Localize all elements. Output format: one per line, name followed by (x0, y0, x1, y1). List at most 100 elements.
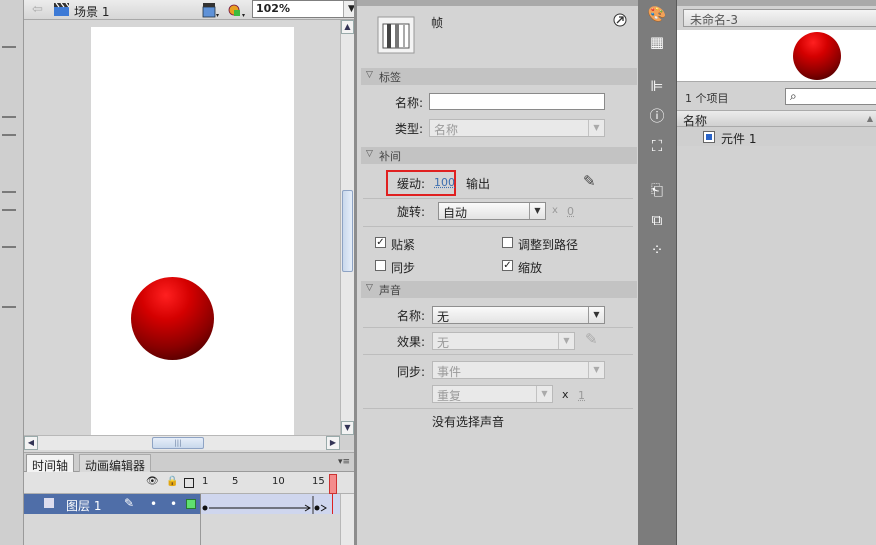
stage-horizontal-scrollbar[interactable]: ◀ ||| ▶ (24, 435, 340, 450)
timeline-scrollbar[interactable] (340, 494, 354, 545)
collapse-triangle-icon[interactable]: ▽ (366, 70, 373, 80)
tool-icon[interactable] (2, 203, 16, 211)
align-icon[interactable]: ⊫ (647, 76, 667, 96)
lock-dot[interactable]: • (170, 497, 177, 511)
motion-presets-icon[interactable]: ⁘ (647, 240, 667, 260)
scene-label[interactable]: 场景 1 (74, 3, 109, 20)
tool-icon[interactable] (2, 240, 16, 248)
components-icon[interactable]: ⧉ (647, 210, 667, 230)
visibility-dot[interactable]: • (150, 497, 157, 511)
library-document-select[interactable]: 未命名-3 (683, 9, 876, 27)
tool-icon[interactable] (2, 128, 16, 136)
scroll-thumb[interactable]: ||| (152, 437, 204, 449)
section-label-header[interactable]: ▽ 标签 (361, 68, 637, 85)
chevron-down-icon[interactable]: ▼ (536, 386, 552, 402)
scroll-up-icon[interactable]: ▲ (341, 20, 354, 34)
section-tween-header[interactable]: ▽ 补间 (361, 147, 637, 164)
swatches-grid-icon[interactable]: ▦ (647, 32, 667, 52)
label-type-select[interactable]: 名称 ▼ (429, 119, 605, 137)
chevron-down-icon[interactable]: ▼ (588, 120, 604, 136)
type-label: 类型: (395, 122, 424, 136)
red-ball-instance[interactable] (131, 277, 214, 360)
chevron-down-icon[interactable]: ▼ (588, 362, 604, 378)
rotate-count[interactable]: 0 (567, 205, 574, 218)
edit-ease-icon[interactable]: ✎ (583, 172, 596, 190)
select-value: 名称 (434, 123, 459, 137)
scale-checkbox[interactable]: ✓ (502, 260, 513, 271)
ease-value[interactable]: 100 (434, 176, 455, 189)
playhead[interactable] (329, 474, 337, 494)
back-arrow-icon[interactable]: ⇦ (32, 2, 43, 17)
tool-icon[interactable] (2, 300, 16, 308)
divider (363, 198, 633, 199)
chevron-down-icon[interactable]: ▼ (558, 333, 574, 349)
library-item[interactable]: 元件 1 (677, 127, 876, 146)
scroll-right-icon[interactable]: ▶ (326, 436, 340, 450)
edit-sound-envelope-icon[interactable]: ✎ (585, 330, 598, 348)
scroll-down-icon[interactable]: ▼ (341, 421, 354, 435)
symbol-preview-ball (793, 32, 841, 80)
stage-area[interactable] (24, 20, 340, 435)
sort-triangle-icon[interactable]: ▲ (867, 114, 873, 123)
clapper-icon (54, 3, 69, 16)
timeline-header: 👁 🔒 1 5 10 15 (24, 472, 354, 494)
tab-timeline[interactable]: 时间轴 (26, 454, 75, 473)
frame-name-input[interactable] (429, 93, 605, 110)
sync-checkbox[interactable] (375, 260, 386, 271)
panel-menu-icon[interactable]: ▾≡ (338, 457, 350, 467)
lock-icon[interactable]: 🔒 (166, 476, 178, 487)
library-item-name[interactable]: 元件 1 (721, 130, 756, 147)
ruler-label: 1 (202, 476, 209, 487)
info-icon[interactable]: ⓘ (647, 106, 667, 126)
collapse-triangle-icon[interactable]: ▽ (366, 149, 373, 159)
scroll-left-icon[interactable]: ◀ (24, 436, 38, 450)
library-column-header[interactable]: 名称 ▲ (677, 110, 876, 128)
sound-sync-select[interactable]: 事件 ▼ (432, 361, 605, 379)
layer-frames[interactable] (200, 494, 340, 514)
rotate-select[interactable]: 自动 ▼ (438, 202, 546, 220)
expand-icon[interactable] (613, 13, 627, 27)
outline-icon[interactable] (184, 478, 194, 488)
panel-titlebar (677, 0, 876, 6)
zoom-select[interactable]: 102% ▼ (252, 0, 360, 18)
library-search-input[interactable]: ⌕ (785, 88, 876, 105)
sound-effect-select[interactable]: 无 ▼ (432, 332, 575, 350)
stage-canvas[interactable] (91, 27, 294, 435)
orient-to-path-checkbox[interactable] (502, 237, 513, 248)
tool-icon[interactable] (2, 110, 16, 118)
layer-row[interactable]: 图层 1 ✎ • • (24, 494, 200, 514)
snap-checkbox[interactable]: ✓ (375, 237, 386, 248)
chevron-down-icon[interactable]: ▼ (529, 203, 545, 219)
graphic-symbol-icon (703, 131, 715, 143)
tool-icon[interactable] (2, 185, 16, 193)
tab-motion-editor[interactable]: 动画编辑器 (79, 454, 152, 473)
transform-icon[interactable]: ⛶ (647, 136, 667, 156)
edit-scene-icon[interactable] (200, 1, 220, 19)
sound-name-select[interactable]: 无 ▼ (432, 306, 605, 324)
collapse-triangle-icon[interactable]: ▽ (366, 283, 373, 293)
scroll-corner (340, 435, 354, 450)
repeat-times-x: x (562, 388, 569, 401)
stage-vertical-scrollbar[interactable]: ▲ ▼ (340, 20, 354, 435)
eye-icon[interactable]: 👁 (146, 476, 159, 487)
sound-repeat-select[interactable]: 重复 ▼ (432, 385, 553, 403)
layer-color-swatch[interactable] (186, 499, 196, 509)
divider (363, 327, 633, 328)
tween-span[interactable] (201, 494, 341, 514)
chevron-down-icon[interactable]: ▼ (588, 307, 604, 323)
repeat-count[interactable]: 1 (578, 389, 585, 402)
edit-symbol-icon[interactable] (226, 1, 246, 19)
actions-icon[interactable]: ⎗ (647, 180, 667, 200)
ease-label: 缓动: (397, 177, 426, 191)
select-value: 事件 (437, 365, 462, 379)
timeline-empty-area (24, 514, 340, 545)
section-sound-header[interactable]: ▽ 声音 (361, 281, 637, 298)
scale-label: 缩放 (518, 261, 543, 275)
scroll-thumb[interactable] (342, 190, 353, 272)
color-palette-icon[interactable]: 🎨 (647, 4, 667, 24)
frame-icon (377, 16, 415, 54)
tool-icon[interactable] (2, 40, 16, 48)
layer-name[interactable]: 图层 1 (66, 497, 101, 514)
sync-label: 同步 (391, 261, 416, 275)
sound-name-label: 名称: (397, 309, 426, 323)
